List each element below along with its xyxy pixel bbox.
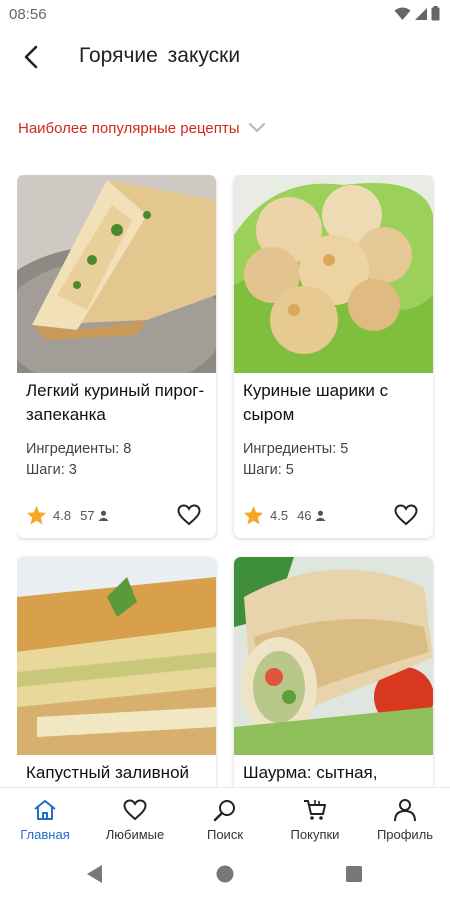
steps-count: Шаги: 3 xyxy=(26,462,77,478)
app-bar: Горячие закуски xyxy=(0,28,450,86)
sort-label: Наиболее популярные рецепты xyxy=(18,119,240,137)
circle-home-icon xyxy=(216,865,234,883)
system-recents-button[interactable] xyxy=(343,863,365,885)
ingredients-count: Ингредиенты: 8 xyxy=(26,441,132,457)
bottom-nav: Главная Любимые Поиск Покупки Профиль xyxy=(0,787,450,847)
page-title: Горячие закуски xyxy=(79,44,241,67)
recipe-meta: Ингредиенты: 8 Шаги: 3 xyxy=(26,439,131,481)
recipe-footer: 4.5 46 xyxy=(243,503,425,527)
rating-value: 4.5 xyxy=(270,507,289,523)
recipe-footer: 4.8 57 xyxy=(26,503,208,527)
wifi-icon xyxy=(394,7,411,20)
heart-icon xyxy=(177,504,201,526)
recipe-image xyxy=(234,557,433,755)
recipe-card[interactable]: Капустный заливной xyxy=(17,557,216,787)
favorite-button[interactable] xyxy=(174,500,204,530)
system-back-button[interactable] xyxy=(84,863,106,885)
nav-label: Покупки xyxy=(290,827,340,842)
nav-label: Профиль xyxy=(376,827,434,842)
recipe-image xyxy=(17,557,216,755)
steps-count: Шаги: 5 xyxy=(243,462,294,478)
heart-icon xyxy=(122,797,148,823)
profile-icon xyxy=(392,797,418,823)
status-time: 08:56 xyxy=(9,6,47,23)
recipe-meta: Ингредиенты: 5 Шаги: 5 xyxy=(243,439,348,481)
recipe-card[interactable]: Легкий куриный пирог-запеканка Ингредиен… xyxy=(17,175,216,538)
nav-item-shopping[interactable]: Покупки xyxy=(270,788,360,847)
nav-label: Любимые xyxy=(105,827,165,842)
square-recents-icon xyxy=(346,866,362,882)
nav-item-profile[interactable]: Профиль xyxy=(360,788,450,847)
nav-label: Поиск xyxy=(206,827,244,842)
triangle-back-icon xyxy=(87,865,102,883)
chevron-down-icon xyxy=(248,122,265,133)
signal-icon xyxy=(415,7,427,20)
favorite-button[interactable] xyxy=(391,500,421,530)
recipe-title: Куриные шарики с сыром xyxy=(243,381,389,424)
system-nav xyxy=(0,847,450,900)
heart-icon xyxy=(394,504,418,526)
battery-icon xyxy=(431,6,440,21)
home-icon xyxy=(32,797,58,823)
system-home-button[interactable] xyxy=(214,863,236,885)
star-icon xyxy=(243,505,264,525)
votes-count: 57 xyxy=(80,507,95,523)
votes-count: 46 xyxy=(297,507,312,523)
status-bar: 08:56 xyxy=(0,0,450,28)
cart-icon xyxy=(302,797,328,823)
person-icon xyxy=(98,510,109,521)
sort-dropdown[interactable]: Наиболее популярные рецепты xyxy=(18,114,266,142)
star-icon xyxy=(26,505,47,525)
ingredients-count: Ингредиенты: 5 xyxy=(243,441,349,457)
nav-item-search[interactable]: Поиск xyxy=(180,788,270,847)
back-button[interactable] xyxy=(14,40,48,74)
search-icon xyxy=(212,797,238,823)
back-arrow-icon xyxy=(24,45,38,69)
recipe-image xyxy=(17,175,216,373)
person-icon xyxy=(315,510,326,521)
recipe-title: Капустный заливной xyxy=(26,763,190,782)
recipe-grid: Легкий куриный пирог-запеканка Ингредиен… xyxy=(17,175,435,787)
recipe-image xyxy=(234,175,433,373)
rating-value: 4.8 xyxy=(53,507,72,523)
recipe-card[interactable]: Шаурма: сытная, xyxy=(234,557,433,787)
status-icons xyxy=(394,6,440,21)
recipe-title: Легкий куриный пирог-запеканка xyxy=(26,381,205,424)
recipe-card[interactable]: Куриные шарики с сыром Ингредиенты: 5 Ша… xyxy=(234,175,433,538)
nav-label: Главная xyxy=(20,827,70,842)
nav-item-favorites[interactable]: Любимые xyxy=(90,788,180,847)
nav-item-home[interactable]: Главная xyxy=(0,788,90,847)
recipe-title: Шаурма: сытная, xyxy=(243,763,378,782)
